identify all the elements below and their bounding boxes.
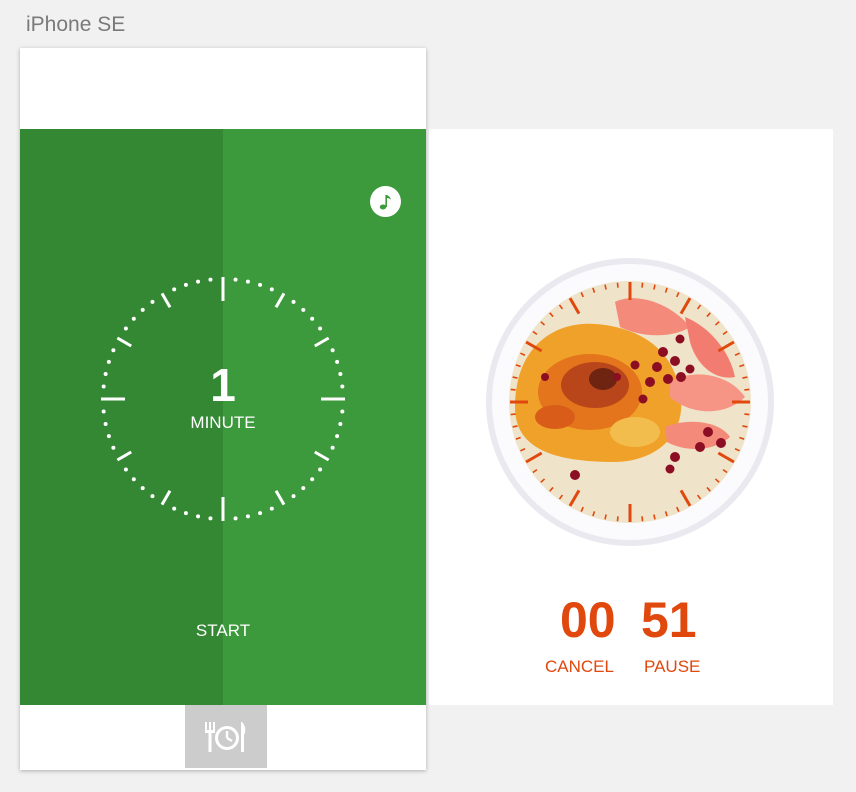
- clock-minute-dot: [172, 506, 177, 511]
- clock-minute-dot: [111, 445, 116, 450]
- dish-tick: [616, 516, 619, 522]
- running-timer-card: 00 51 CANCEL PAUSE: [429, 129, 833, 705]
- clock-minute-dot: [123, 326, 128, 331]
- dish-image: [486, 258, 774, 546]
- clock-minute-dot: [183, 282, 188, 287]
- clock-minute-dot: [208, 516, 213, 521]
- clock-minute-dot: [291, 494, 296, 499]
- dish-tick: [510, 413, 516, 416]
- timer-minutes-value: 1: [210, 359, 236, 411]
- phone-frame: 1 MINUTE START: [20, 48, 426, 770]
- device-label: iPhone SE: [26, 13, 126, 36]
- clock-minute-dot: [258, 282, 263, 287]
- clock-minute-dot: [245, 279, 250, 284]
- clock-minute-dot: [301, 486, 306, 491]
- clock-hour-tick: [274, 490, 286, 506]
- timer-panel: 1 MINUTE START: [20, 129, 426, 705]
- countdown-seconds: 51: [641, 592, 697, 648]
- dish-tick: [616, 282, 619, 288]
- tab-timer-button[interactable]: [185, 705, 267, 768]
- dish-tick: [653, 514, 656, 520]
- pause-button[interactable]: PAUSE: [644, 657, 700, 677]
- clock-minute-dot: [172, 287, 177, 292]
- clock-minute-dot: [183, 511, 188, 516]
- clock-minute-dot: [111, 348, 116, 353]
- clock-minute-dot: [208, 277, 213, 282]
- clock-minute-dot: [123, 467, 128, 472]
- cancel-button[interactable]: CANCEL: [545, 657, 614, 677]
- clock-minute-dot: [233, 277, 238, 282]
- dish-tick: [742, 425, 748, 428]
- clock-minute-dot: [196, 514, 201, 519]
- clock-minute-dot: [330, 348, 335, 353]
- clock-minute-dot: [140, 486, 145, 491]
- clock-minute-dot: [330, 445, 335, 450]
- clock-minute-dot: [301, 307, 306, 312]
- clock-hour-tick: [160, 490, 172, 506]
- clock-hour-tick: [116, 450, 132, 462]
- clock-minute-dot: [233, 516, 238, 521]
- clock-hour-tick: [160, 292, 172, 308]
- clock-hour-tick: [314, 336, 330, 348]
- clock-minute-dot: [245, 514, 250, 519]
- clock-minute-dot: [318, 467, 323, 472]
- clock-minute-dot: [318, 326, 323, 331]
- dish-tick: [641, 282, 644, 288]
- clock-minute-dot: [269, 506, 274, 511]
- clock-minute-dot: [310, 316, 315, 321]
- clock-hour-tick: [314, 450, 330, 462]
- dish-tick: [512, 425, 518, 428]
- clock-minute-dot: [150, 299, 155, 304]
- clock-minute-dot: [150, 494, 155, 499]
- music-note-icon: [379, 194, 391, 209]
- clock-minute-dot: [131, 477, 136, 482]
- dining-timer-icon: [205, 721, 246, 752]
- dish-tick: [510, 388, 516, 391]
- dish-tick: [512, 376, 518, 379]
- clock-minute-dot: [106, 434, 111, 439]
- clock-minute-dot: [291, 299, 296, 304]
- dish-tick: [742, 376, 748, 379]
- clock-minute-dot: [258, 511, 263, 516]
- dish-tick: [641, 516, 644, 522]
- dish-tick: [744, 388, 750, 391]
- clock-minute-dot: [269, 287, 274, 292]
- dish-tick: [653, 284, 656, 290]
- clock-hour-tick: [116, 336, 132, 348]
- start-button[interactable]: START: [170, 616, 276, 646]
- timer-unit-label: MINUTE: [190, 413, 256, 432]
- clock-minute-dot: [196, 279, 201, 284]
- dish-tick: [604, 284, 607, 290]
- dish-tick: [604, 514, 607, 520]
- clock-minute-dot: [310, 477, 315, 482]
- clock-minute-dot: [140, 307, 145, 312]
- countdown-minutes: 00: [560, 592, 616, 648]
- clock-hour-tick: [274, 292, 286, 308]
- music-button[interactable]: [370, 186, 401, 217]
- clock-minute-dot: [335, 434, 340, 439]
- clock-minute-dot: [131, 316, 136, 321]
- dish-tick: [744, 413, 750, 416]
